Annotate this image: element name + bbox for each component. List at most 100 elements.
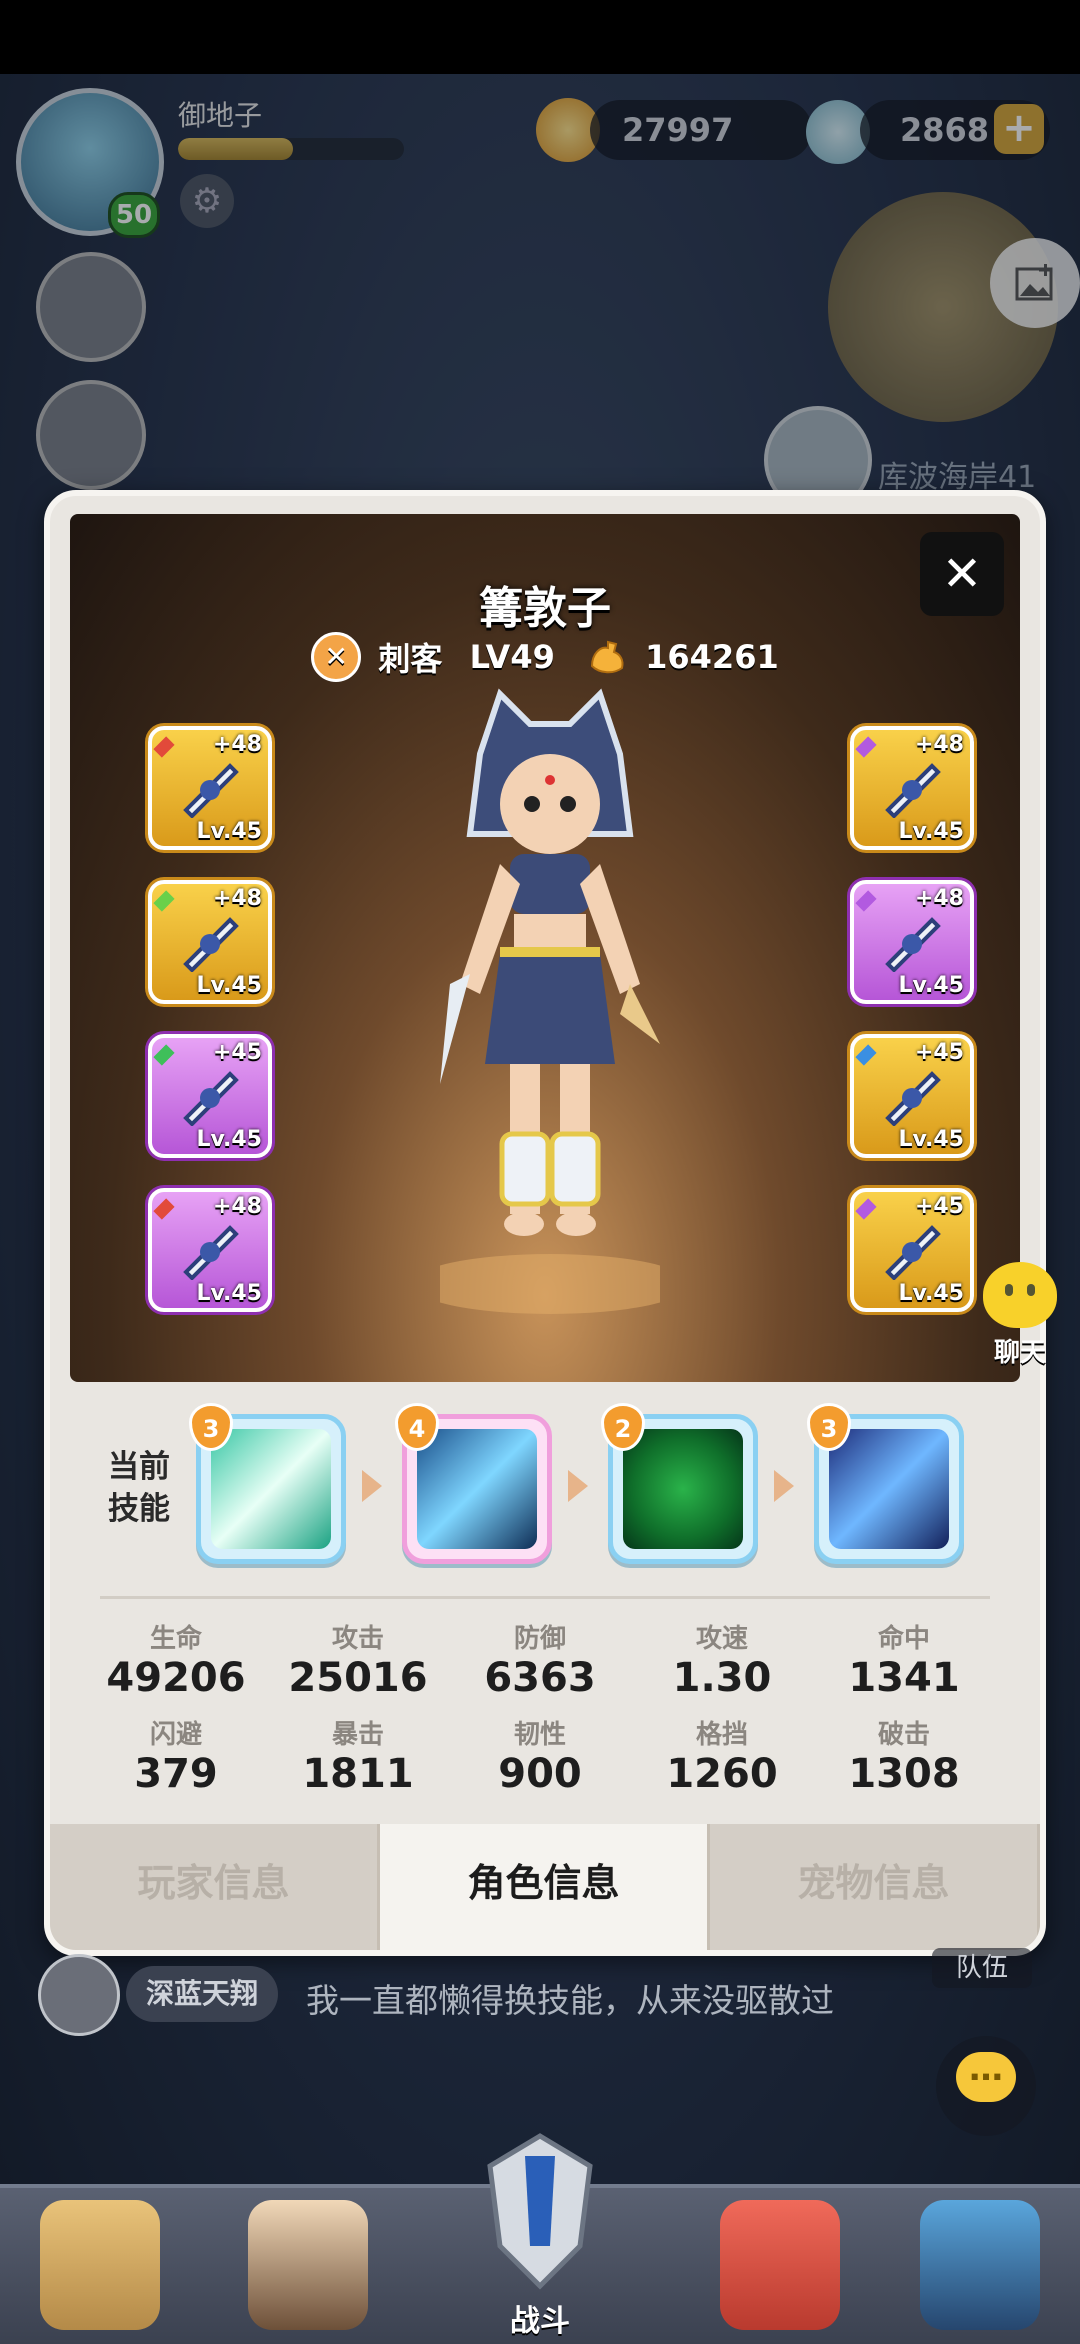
hero-class-row: 刺客 LV49 164261 (70, 632, 1020, 682)
stat-value: 25016 (288, 1655, 428, 1701)
nav-item-backpack[interactable] (900, 2190, 1060, 2340)
skills-label-line2: 技能 (108, 1491, 170, 1527)
red-dragon-icon (720, 2200, 840, 2330)
stat-value: 379 (134, 1751, 218, 1797)
hero-model[interactable] (440, 684, 660, 1324)
hero-power: 164261 (645, 638, 779, 676)
stat-label: 攻速 (695, 1624, 748, 1654)
team-button[interactable]: 队伍 (932, 1948, 1032, 1988)
hero-portrait-icon (248, 2200, 368, 2330)
stat-cell: 破击 1308 (814, 1714, 994, 1797)
stat-value: 6363 (484, 1655, 596, 1701)
chat-float-label: 聊天 (993, 1338, 1046, 1368)
info-tabs: 玩家信息 角色信息 宠物信息 (50, 1824, 1040, 1950)
chevron-right-icon (568, 1470, 588, 1502)
equipment-slot-left-4[interactable]: +48 Lv.45 (148, 1188, 272, 1312)
tab-character-info[interactable]: 角色信息 (380, 1824, 710, 1950)
stat-cell: 韧性 900 (450, 1714, 630, 1797)
equipment-level: Lv.45 (898, 819, 964, 844)
character-info-panel: 篝敦子 刺客 LV49 164261 ✕ (44, 490, 1046, 1956)
leg-armor-icon (885, 1071, 941, 1126)
chat-username-tag[interactable]: 深蓝天翔 (126, 1966, 279, 2022)
skill-slot-3[interactable]: 2 (601, 1403, 758, 1564)
hero-preview: 篝敦子 刺客 LV49 164261 ✕ (70, 514, 1020, 1382)
stat-label: 暴击 (331, 1720, 384, 1750)
hood-armor-icon (885, 917, 941, 972)
enhance-level: +45 (212, 1040, 262, 1065)
leaf-spirit-icon (623, 1429, 743, 1549)
wolf-helmet-icon (183, 917, 239, 972)
ring-icon (183, 1225, 239, 1280)
chat-user-avatar[interactable] (38, 1954, 120, 2036)
lance-icon (183, 763, 239, 818)
skill-slot-1[interactable]: 3 (189, 1403, 346, 1564)
stat-label: 命中 (877, 1624, 930, 1654)
stat-label: 破击 (877, 1720, 930, 1750)
stat-value: 1.30 (672, 1655, 772, 1701)
gem-icon (855, 890, 877, 912)
skills-label-line1: 当前 (108, 1449, 170, 1485)
yak-creature-icon (40, 2200, 160, 2330)
equipment-level: Lv.45 (898, 973, 964, 998)
stat-cell: 攻击 25016 (268, 1618, 448, 1701)
gem-icon (855, 1198, 877, 1220)
equipment-slot-left-3[interactable]: +45 Lv.45 (148, 1034, 272, 1158)
necklace-icon (885, 1225, 941, 1280)
stat-cell: 防御 6363 (450, 1618, 630, 1701)
equipment-slot-right-2[interactable]: +48 Lv.45 (850, 880, 974, 1004)
stat-label: 闪避 (149, 1720, 202, 1750)
gem-icon (855, 1044, 877, 1066)
hero-level: LV49 (469, 638, 555, 676)
enhance-level: +48 (914, 886, 964, 911)
skill-slot-2[interactable]: 4 (395, 1403, 552, 1564)
current-skills-label: 当前 技能 (108, 1446, 188, 1530)
gem-icon (153, 736, 175, 758)
stat-value: 1260 (666, 1751, 778, 1797)
lightning-blade-icon (829, 1429, 949, 1549)
stat-label: 生命 (149, 1624, 202, 1654)
equipment-slot-left-2[interactable]: +48 Lv.45 (148, 880, 272, 1004)
stat-cell: 格挡 1260 (632, 1714, 812, 1797)
stat-value: 1811 (302, 1751, 414, 1797)
equipment-level: Lv.45 (898, 1281, 964, 1306)
nav-item-pets[interactable] (20, 2190, 180, 2340)
tab-pet-info[interactable]: 宠物信息 (710, 1824, 1040, 1950)
stat-label: 韧性 (513, 1720, 566, 1750)
enhance-level: +48 (212, 732, 262, 757)
kunai-icon (417, 1429, 537, 1549)
hero-name: 篝敦子 (479, 583, 611, 634)
stat-value: 1308 (848, 1751, 960, 1797)
equipment-slot-right-1[interactable]: +48 Lv.45 (850, 726, 974, 850)
enhance-level: +45 (914, 1194, 964, 1219)
stat-cell: 攻速 1.30 (632, 1618, 812, 1701)
stat-cell: 生命 49206 (86, 1618, 266, 1701)
equipment-level: Lv.45 (196, 819, 262, 844)
portal-chest-icon (920, 2200, 1040, 2330)
stat-cell: 暴击 1811 (268, 1714, 448, 1797)
equipment-level: Lv.45 (196, 1281, 262, 1306)
chat-bubble-icon[interactable] (936, 2036, 1036, 2136)
stat-value: 900 (498, 1751, 582, 1797)
nav-item-heroes[interactable] (228, 2190, 388, 2340)
nav-item-monsters[interactable] (700, 2190, 860, 2340)
divider (100, 1596, 990, 1599)
equipment-slot-left-1[interactable]: +48 Lv.45 (148, 726, 272, 850)
stat-label: 防御 (513, 1624, 566, 1654)
chat-float-button[interactable]: 聊天 (960, 1262, 1080, 1369)
equipment-slot-right-3[interactable]: +45 Lv.45 (850, 1034, 974, 1158)
tab-player-info[interactable]: 玩家信息 (50, 1824, 380, 1950)
skill-slot-4[interactable]: 3 (807, 1403, 964, 1564)
close-button[interactable]: ✕ (920, 532, 1004, 616)
enhance-level: +48 (212, 886, 262, 911)
sword-shield-icon[interactable] (470, 2126, 610, 2296)
gem-icon (153, 1198, 175, 1220)
equipment-slot-right-4[interactable]: +45 Lv.45 (850, 1188, 974, 1312)
stat-label: 攻击 (331, 1624, 384, 1654)
slash-burst-icon (211, 1429, 331, 1549)
stat-value: 1341 (848, 1655, 960, 1701)
hero-class: 刺客 (378, 640, 443, 678)
dagger-icon (885, 763, 941, 818)
stat-cell: 命中 1341 (814, 1618, 994, 1701)
claw-glove-icon (183, 1071, 239, 1126)
equipment-level: Lv.45 (898, 1127, 964, 1152)
